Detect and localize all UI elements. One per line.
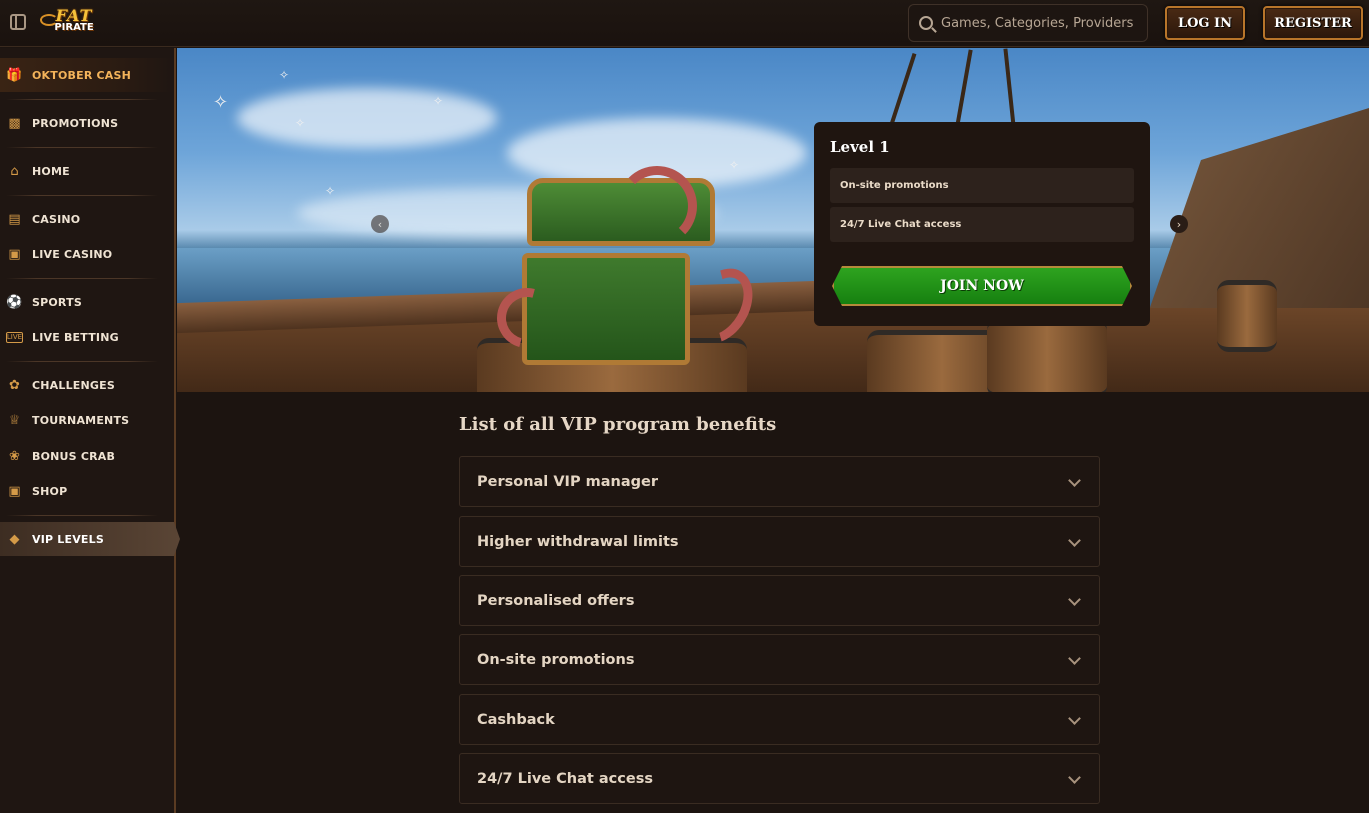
sidebar-item-casino[interactable]: ▤ CASINO (0, 202, 174, 236)
soccer-ball-icon: ⚽ (6, 294, 23, 310)
vip-level-card: Level 1 On-site promotions 24/7 Live Cha… (814, 122, 1150, 326)
sidebar-item-oktober-cash[interactable]: 🎁 OKTOBER CASH (0, 58, 174, 100)
accordion-label: Personalised offers (477, 592, 635, 609)
hero-bottom-edge (177, 392, 1369, 398)
live-icon: LIVE (6, 331, 23, 343)
sidebar-item-label: CASINO (32, 212, 81, 226)
slot-machine-icon: ▤ (8, 211, 21, 227)
sidebar-item-vip-levels[interactable]: ◆ VIP LEVELS (0, 522, 180, 556)
level-benefit-item: 24/7 Live Chat access (830, 207, 1134, 242)
promotions-icon: ▩ (8, 115, 21, 131)
sidebar-item-label: LIVE CASINO (32, 247, 113, 261)
barrel-image (987, 318, 1107, 398)
benefit-accordion-item[interactable]: Cashback (459, 694, 1100, 745)
sidebar-item-live-betting[interactable]: LIVE LIVE BETTING (0, 320, 174, 362)
accordion-label: Personal VIP manager (477, 473, 658, 490)
sidebar-item-label: TOURNAMENTS (32, 413, 130, 427)
login-button[interactable]: LOG IN (1165, 6, 1245, 40)
sidebar-item-label: HOME (32, 164, 70, 178)
logo-text-pirate: PIRATE (54, 22, 94, 33)
sidebar-toggle-icon[interactable] (10, 14, 26, 30)
accordion-label: Cashback (477, 711, 555, 728)
sidebar-item-live-casino[interactable]: ▣ LIVE CASINO (0, 237, 174, 279)
chevron-down-icon (1068, 652, 1081, 665)
sidebar-item-challenges[interactable]: ✿ CHALLENGES (0, 368, 174, 402)
sidebar-item-bonus-crab[interactable]: ❀ BONUS CRAB (0, 439, 174, 473)
carousel-next-button[interactable]: › (1170, 215, 1188, 233)
carousel-prev-button[interactable]: ‹ (371, 215, 389, 233)
level-benefit-item: On-site promotions (830, 168, 1134, 203)
search-input[interactable] (941, 15, 1141, 31)
benefit-accordion-item[interactable]: 24/7 Live Chat access (459, 753, 1100, 804)
benefit-accordion-item[interactable]: Personalised offers (459, 575, 1100, 626)
seagull-decoration: ✧ (325, 184, 336, 198)
accordion-label: Higher withdrawal limits (477, 533, 679, 550)
sidebar: 🎁 OKTOBER CASH ▩ PROMOTIONS ⌂ HOME ▤ CAS… (0, 48, 180, 813)
gift-icon: 🎁 (6, 67, 23, 83)
seagull-decoration: ✧ (213, 92, 229, 113)
accordion-label: On-site promotions (477, 651, 635, 668)
benefits-section-title: List of all VIP program benefits (459, 414, 777, 435)
benefit-accordion-item[interactable]: Personal VIP manager (459, 456, 1100, 507)
sidebar-item-label: SPORTS (32, 295, 82, 309)
search-icon (919, 16, 933, 30)
accordion-label: 24/7 Live Chat access (477, 770, 653, 787)
seagull-decoration: ✧ (729, 158, 740, 172)
tentacle-decoration (617, 166, 697, 246)
home-icon: ⌂ (10, 163, 19, 179)
sidebar-item-label: PROMOTIONS (32, 116, 119, 130)
chevron-down-icon (1068, 474, 1081, 487)
sidebar-item-label: BONUS CRAB (32, 449, 116, 463)
benefit-accordion-item[interactable]: Higher withdrawal limits (459, 516, 1100, 567)
top-bar: FAT PIRATE LOG IN REGISTER (0, 0, 1369, 47)
chevron-down-icon (1068, 712, 1081, 725)
seagull-decoration: ✧ (279, 68, 290, 82)
sidebar-item-label: CHALLENGES (32, 378, 115, 392)
sidebar-item-label: VIP LEVELS (32, 532, 104, 546)
seagull-decoration: ✧ (295, 116, 306, 130)
search-box[interactable] (908, 4, 1148, 42)
benefit-accordion-item[interactable]: On-site promotions (459, 634, 1100, 685)
chevron-down-icon (1068, 534, 1081, 547)
sidebar-item-label: OKTOBER CASH (32, 68, 132, 82)
seagull-decoration: ✧ (433, 94, 444, 108)
chevron-down-icon (1068, 593, 1081, 606)
cloud-decoration (237, 88, 497, 148)
sidebar-item-label: SHOP (32, 484, 68, 498)
trophy-icon: ♕ (8, 412, 21, 428)
sidebar-item-promotions[interactable]: ▩ PROMOTIONS (0, 106, 174, 148)
card-icon: ▣ (8, 246, 21, 262)
diamond-icon: ◆ (9, 531, 20, 547)
medal-icon: ✿ (9, 377, 20, 393)
bag-icon: ▣ (8, 483, 21, 499)
chevron-down-icon (1068, 771, 1081, 784)
sidebar-item-tournaments[interactable]: ♕ TOURNAMENTS (0, 403, 174, 437)
join-now-button[interactable]: JOIN NOW (832, 266, 1132, 306)
barrel-image (1217, 280, 1277, 352)
sidebar-item-label: LIVE BETTING (32, 330, 119, 344)
sidebar-item-sports[interactable]: ⚽ SPORTS (0, 285, 174, 319)
site-logo[interactable]: FAT PIRATE (40, 8, 106, 38)
sidebar-item-home[interactable]: ⌂ HOME (0, 154, 174, 196)
hero-banner: ✧ ✧ ✧ ✧ ✧ ✧ ‹ › Level 1 On-site promotio… (177, 48, 1369, 398)
crab-icon: ❀ (9, 448, 20, 464)
register-button[interactable]: REGISTER (1263, 6, 1363, 40)
sidebar-item-shop[interactable]: ▣ SHOP (0, 474, 174, 516)
level-title: Level 1 (830, 138, 890, 156)
